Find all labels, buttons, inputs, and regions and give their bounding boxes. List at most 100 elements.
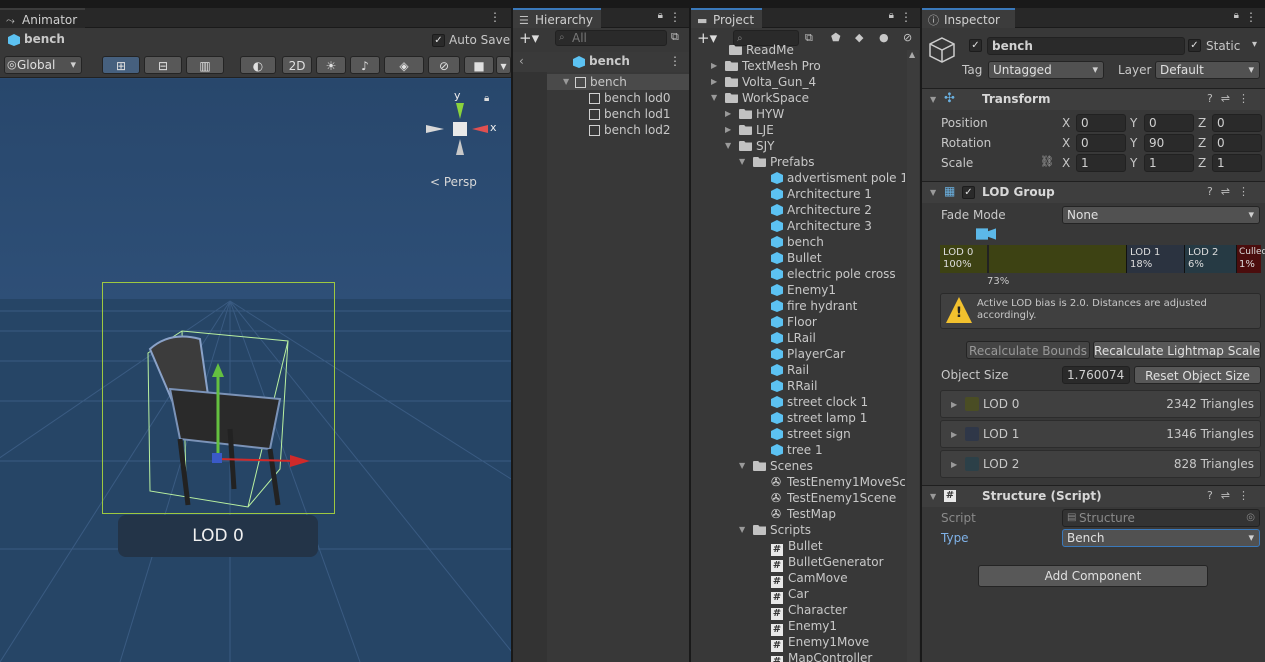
gizmos-button[interactable]: ▾ xyxy=(496,56,511,74)
project-item[interactable]: electric pole cross xyxy=(691,266,905,282)
project-item[interactable]: ▼ WorkSpace xyxy=(691,90,905,106)
hierarchy-item-bench-lod1[interactable]: bench lod1 xyxy=(589,106,671,122)
collapse-arrow-icon[interactable]: ▼ xyxy=(930,188,936,197)
component-header-icons[interactable]: ?⇌⋮ xyxy=(1207,185,1257,198)
project-item[interactable]: LRail xyxy=(691,330,905,346)
hierarchy-item-bench-lod2[interactable]: bench lod2 xyxy=(589,122,671,138)
project-item[interactable]: ▶ HYW xyxy=(691,106,905,122)
project-item[interactable]: Rail xyxy=(691,362,905,378)
expand-arrow-icon[interactable]: ▼ xyxy=(739,458,745,474)
auto-save-checkbox[interactable]: ✓ xyxy=(432,34,445,47)
rotation-x-field[interactable]: 0 xyxy=(1076,134,1126,152)
project-item[interactable]: RRail xyxy=(691,378,905,394)
lod-bar-lod2[interactable]: LOD 2 6% xyxy=(1184,245,1236,273)
object-name-field[interactable]: bench xyxy=(987,37,1185,55)
lock-icon[interactable]: 🔒︎ xyxy=(484,93,489,104)
expand-arrow-icon[interactable]: ▶ xyxy=(951,430,957,439)
recalculate-bounds-button[interactable]: Recalculate Bounds xyxy=(966,341,1090,359)
axis-label-x[interactable]: X xyxy=(1062,156,1070,170)
project-item[interactable]: bench xyxy=(691,234,905,250)
grid-snap-button[interactable]: ⊞ xyxy=(102,56,140,74)
project-item[interactable]: Enemy1 xyxy=(691,282,905,298)
project-item[interactable]: # Car xyxy=(691,586,905,604)
expand-arrow-icon[interactable]: ▶ xyxy=(951,400,957,409)
component-header-icons[interactable]: ?⇌⋮ xyxy=(1207,489,1257,502)
axis-label-z[interactable]: Z xyxy=(1198,156,1206,170)
audio-button[interactable]: ♪ xyxy=(350,56,380,74)
lod-bar-lod1[interactable]: LOD 1 18% xyxy=(1126,245,1184,273)
project-item[interactable]: # CamMove xyxy=(691,570,905,588)
add-button[interactable]: +▾ xyxy=(519,29,539,47)
lock-icon[interactable]: 🔒︎ xyxy=(1234,10,1239,21)
recalculate-lightmap-scale-button[interactable]: Recalculate Lightmap Scale xyxy=(1093,341,1261,359)
scene-viewport[interactable]: y x 🔒︎ < Persp LOD 0 xyxy=(0,79,511,662)
constrain-proportions-icon[interactable]: ⛓ xyxy=(1040,155,1054,168)
axis-label-x[interactable]: X xyxy=(1062,136,1070,150)
expand-arrow-icon[interactable]: ▼ xyxy=(739,522,745,538)
project-item[interactable]: street lamp 1 xyxy=(691,410,905,426)
project-item[interactable]: Architecture 1 xyxy=(691,186,905,202)
hidden-packages-icon[interactable]: ⊘ xyxy=(903,31,912,44)
collapse-arrow-icon[interactable]: ▼ xyxy=(930,492,936,501)
project-item[interactable]: # Enemy1 xyxy=(691,618,905,636)
hierarchy-search-input[interactable]: ⌕ All xyxy=(555,30,667,46)
tab-project[interactable]: ▬ Project xyxy=(691,8,763,28)
back-icon[interactable]: ‹ xyxy=(519,54,524,68)
alert-icon[interactable]: ● xyxy=(879,31,889,44)
static-checkbox[interactable]: ✓ xyxy=(1188,39,1201,52)
scene-orientation-gizmo[interactable]: y x 🔒︎ xyxy=(420,89,500,179)
lock-icon[interactable]: 🔒︎ xyxy=(658,10,663,21)
fade-mode-dropdown[interactable]: None xyxy=(1062,206,1260,224)
project-item[interactable]: advertisment pole 1 xyxy=(691,170,905,186)
axis-label-z[interactable]: Z xyxy=(1198,136,1206,150)
type-dropdown[interactable]: Bench xyxy=(1062,529,1260,547)
expand-arrow-icon[interactable]: ▼ xyxy=(739,154,745,170)
tag-dropdown[interactable]: Untagged xyxy=(988,61,1104,79)
lod-bar-lod0[interactable]: LOD 0 100% xyxy=(940,245,1126,273)
expand-arrow-icon[interactable]: ▼ xyxy=(725,138,731,154)
expand-arrow-icon[interactable]: ▶ xyxy=(725,106,731,122)
scale-z-field[interactable]: 1 xyxy=(1212,154,1262,172)
project-item[interactable]: Bullet xyxy=(691,250,905,266)
more-menu-icon[interactable]: ⋮ xyxy=(1245,10,1257,24)
reset-object-size-button[interactable]: Reset Object Size xyxy=(1134,366,1261,384)
project-item[interactable]: ✇ TestEnemy1MoveScene xyxy=(691,474,905,490)
axis-label-y[interactable]: Y xyxy=(1130,156,1137,170)
expand-arrow-icon[interactable]: ▶ xyxy=(725,122,731,138)
search-by-label-icon[interactable]: ⬟ xyxy=(831,31,841,44)
position-z-field[interactable]: 0 xyxy=(1212,114,1262,132)
lod-group-header[interactable]: ▼ ▦ ✓ LOD Group ?⇌⋮ xyxy=(922,181,1265,203)
expand-arrow-icon[interactable]: ▶ xyxy=(711,74,717,90)
project-item[interactable]: ✇ TestMap xyxy=(691,506,905,522)
expand-arrow-icon[interactable]: ▶ xyxy=(711,58,717,74)
tab-animator[interactable]: ⤳ Animator xyxy=(0,8,86,28)
axis-label-z[interactable]: Z xyxy=(1198,116,1206,130)
position-y-field[interactable]: 0 xyxy=(1144,114,1194,132)
rotation-z-field[interactable]: 0 xyxy=(1212,134,1262,152)
axis-label-y[interactable]: Y xyxy=(1130,136,1137,150)
project-item[interactable]: Floor xyxy=(691,314,905,330)
project-item[interactable]: # MapController xyxy=(691,650,905,662)
scale-x-field[interactable]: 1 xyxy=(1076,154,1126,172)
scroll-up-icon[interactable]: ▲ xyxy=(909,50,915,59)
object-picker-icon[interactable]: ◎ xyxy=(1246,510,1255,526)
object-size-field[interactable]: 1.760074 xyxy=(1062,366,1130,384)
structure-header[interactable]: ▼ # Structure (Script) ?⇌⋮ xyxy=(922,485,1265,507)
project-item[interactable]: ▼ Scripts xyxy=(691,522,905,538)
project-item[interactable]: PlayerCar xyxy=(691,346,905,362)
project-item[interactable]: # Enemy1Move xyxy=(691,634,905,652)
expand-arrow-icon[interactable]: ▶ xyxy=(951,460,957,469)
project-item[interactable]: ✇ TestEnemy1Scene xyxy=(691,490,905,506)
project-item[interactable]: street clock 1 xyxy=(691,394,905,410)
project-item[interactable]: Architecture 3 xyxy=(691,218,905,234)
tab-inspector[interactable]: ⓘ Inspector xyxy=(922,8,1015,28)
transform-header[interactable]: ▼ ✣ Transform ?⇌⋮ xyxy=(922,88,1265,110)
collapse-arrow-icon[interactable]: ▼ xyxy=(930,95,936,104)
hidden-objects-button[interactable]: ⊘ xyxy=(428,56,460,74)
persp-label[interactable]: < Persp xyxy=(430,175,477,189)
project-item[interactable]: Architecture 2 xyxy=(691,202,905,218)
project-item[interactable]: ▼ SJY xyxy=(691,138,905,154)
increment-snap-button[interactable]: ▥ xyxy=(186,56,224,74)
more-menu-icon[interactable]: ⋮ xyxy=(669,54,681,68)
project-item[interactable]: ▼ Prefabs xyxy=(691,154,905,170)
